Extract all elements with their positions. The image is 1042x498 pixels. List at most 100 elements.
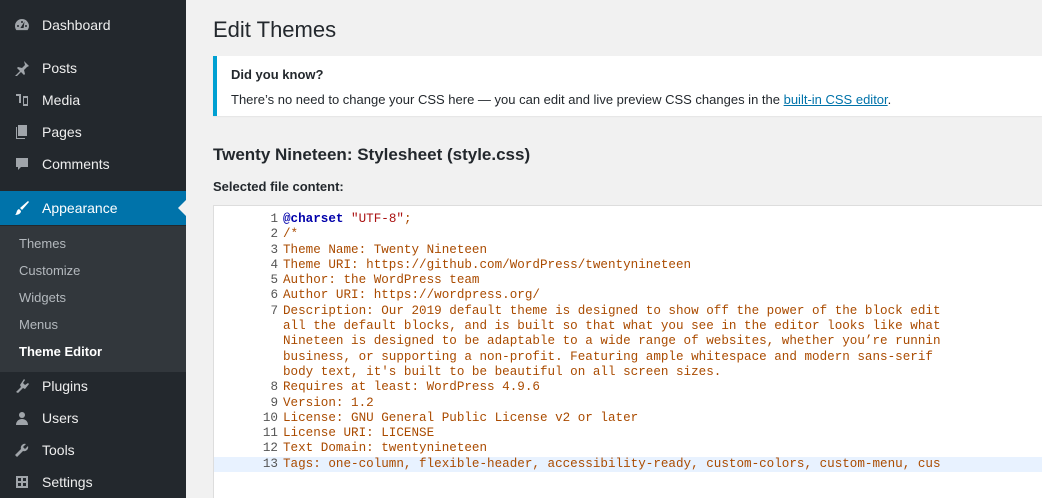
code-text: License URI: LICENSE	[283, 426, 435, 441]
code-line: 1 @charset "UTF-8";	[214, 212, 1042, 227]
line-number: 8	[270, 380, 278, 395]
current-menu-arrow	[178, 200, 186, 216]
submenu-item-themes[interactable]: Themes	[19, 236, 66, 251]
code-text: body text, it's built to be beautiful on…	[283, 364, 722, 379]
line-number: 3	[270, 242, 278, 257]
file-heading: Twenty Nineteen: Stylesheet (style.css)	[213, 145, 531, 164]
media-icon	[14, 92, 30, 108]
code-text: Theme Name: Twenty Nineteen	[283, 242, 488, 257]
submenu-item-widgets[interactable]: Widgets	[19, 290, 66, 305]
code-text: Author: the WordPress team	[283, 273, 480, 288]
page-title: Edit Themes	[213, 17, 337, 42]
code-text: License: GNU General Public License v2 o…	[283, 410, 639, 425]
code-line: 10 License: GNU General Public License v2…	[214, 411, 1042, 426]
users-icon	[14, 410, 30, 426]
menu-item-comments[interactable]: Comments	[0, 148, 186, 180]
code-line: 3 Theme Name: Twenty Nineteen	[214, 243, 1042, 258]
code-string: "UTF-8"	[343, 212, 404, 226]
menu-item-users[interactable]: Users	[0, 402, 186, 434]
line-number: 13	[262, 456, 278, 471]
admin-sidebar: Dashboard Posts Media Pages Comments App…	[0, 0, 186, 498]
css-editor-link[interactable]: built-in CSS editor	[784, 92, 888, 107]
pin-icon	[14, 60, 30, 76]
menu-label-tools: Tools	[42, 442, 75, 458]
code-text: business, or supporting a non-profit. Fe…	[283, 349, 933, 364]
paintbrush-icon	[14, 200, 30, 216]
code-line: 7 Description: Our 2019 default theme is …	[214, 304, 1042, 319]
code-line: 13 Tags: one-column, flexible-header, acc…	[214, 456, 1042, 473]
code-text: @charset "UTF-8";	[283, 212, 412, 227]
line-number: 1	[270, 212, 278, 226]
code-line: Nineteen is designed to be adaptable to …	[214, 334, 1042, 349]
submenu-item-menus[interactable]: Menus	[19, 317, 58, 332]
code-line: 9 Version: 1.2	[214, 396, 1042, 411]
code-punctuation: ;	[403, 212, 412, 226]
notice-text: There’s no need to change your CSS here …	[231, 92, 891, 107]
line-number: 7	[270, 303, 278, 318]
code-line: 6 Author URI: https://wordpress.org/	[214, 288, 1042, 303]
code-text: Text Domain: twentynineteen	[283, 441, 488, 456]
menu-label-dashboard: Dashboard	[42, 17, 111, 33]
content-label: Selected file content:	[213, 179, 344, 194]
code-line: 12 Text Domain: twentynineteen	[214, 441, 1042, 456]
line-number: 5	[270, 273, 278, 288]
menu-item-posts[interactable]: Posts	[0, 52, 186, 84]
code-editor[interactable]: 1 @charset "UTF-8"; 2 /* 3 Theme Name: Twenty…	[213, 205, 1042, 498]
notice-box: Did you know? There’s no need to change …	[213, 56, 1042, 116]
code-line: 4 Theme URI: https://github.com/WordPress…	[214, 258, 1042, 273]
menu-label-plugins: Plugins	[42, 378, 88, 394]
line-number: 9	[270, 395, 278, 410]
submenu-item-theme-editor[interactable]: Theme Editor	[19, 344, 102, 359]
menu-label-media: Media	[42, 92, 81, 108]
line-number: 6	[270, 288, 278, 303]
main-content: Edit Themes Did you know? There’s no nee…	[186, 0, 1042, 498]
line-number: 12	[262, 441, 278, 456]
dashboard-icon	[14, 17, 30, 33]
code-text: Theme URI: https://github.com/WordPress/…	[283, 257, 692, 272]
pages-icon	[14, 124, 30, 140]
menu-label-settings: Settings	[42, 474, 93, 490]
line-number: 2	[270, 227, 278, 242]
code-text: /*	[283, 227, 299, 242]
code-text: Version: 1.2	[283, 395, 374, 410]
code-line: 2 /*	[214, 227, 1042, 242]
settings-icon	[14, 474, 30, 490]
menu-item-appearance[interactable]: Appearance	[0, 191, 186, 225]
plugin-icon	[14, 378, 30, 394]
menu-label-appearance: Appearance	[42, 200, 118, 216]
menu-item-dashboard[interactable]: Dashboard	[0, 9, 186, 41]
menu-label-users: Users	[42, 410, 79, 426]
code-text: Description: Our 2019 default theme is d…	[283, 303, 941, 318]
code-line: 11 License URI: LICENSE	[214, 426, 1042, 441]
menu-item-pages[interactable]: Pages	[0, 116, 186, 148]
code-at-rule: @charset	[283, 212, 344, 226]
notice-heading: Did you know?	[231, 67, 324, 82]
menu-item-tools[interactable]: Tools	[0, 434, 186, 466]
code-line: body text, it's built to be beautiful on…	[214, 365, 1042, 380]
line-number: 4	[270, 257, 278, 272]
code-line: all the default blocks, and is built so …	[214, 319, 1042, 334]
menu-label-posts: Posts	[42, 60, 78, 76]
comment-icon	[14, 156, 30, 172]
code-text: Requires at least: WordPress 4.9.6	[283, 380, 540, 395]
code-text: Tags: one-column, flexible-header, acces…	[283, 456, 941, 471]
code-line: 5 Author: the WordPress team	[214, 273, 1042, 288]
menu-item-plugins[interactable]: Plugins	[0, 370, 186, 402]
menu-item-media[interactable]: Media	[0, 84, 186, 116]
menu-label-comments: Comments	[42, 156, 110, 172]
code-line: 8 Requires at least: WordPress 4.9.6	[214, 380, 1042, 395]
notice-body: There’s no need to change your CSS here …	[231, 92, 784, 107]
notice-suffix: .	[887, 92, 892, 107]
submenu-item-customize[interactable]: Customize	[19, 263, 80, 278]
line-number: 11	[262, 426, 278, 441]
menu-label-pages: Pages	[42, 124, 82, 140]
line-number: 10	[262, 410, 278, 425]
code-text: Author URI: https://wordpress.org/	[283, 288, 540, 303]
code-text: all the default blocks, and is built so …	[283, 319, 941, 334]
menu-item-settings[interactable]: Settings	[0, 466, 186, 498]
wrench-icon	[14, 442, 30, 458]
code-line: business, or supporting a non-profit. Fe…	[214, 350, 1042, 365]
code-lines: 1 @charset "UTF-8"; 2 /* 3 Theme Name: Twenty…	[214, 212, 1042, 473]
code-text: Nineteen is designed to be adaptable to …	[283, 334, 941, 349]
appearance-submenu: Themes Customize Widgets Menus Theme Edi…	[0, 226, 186, 372]
